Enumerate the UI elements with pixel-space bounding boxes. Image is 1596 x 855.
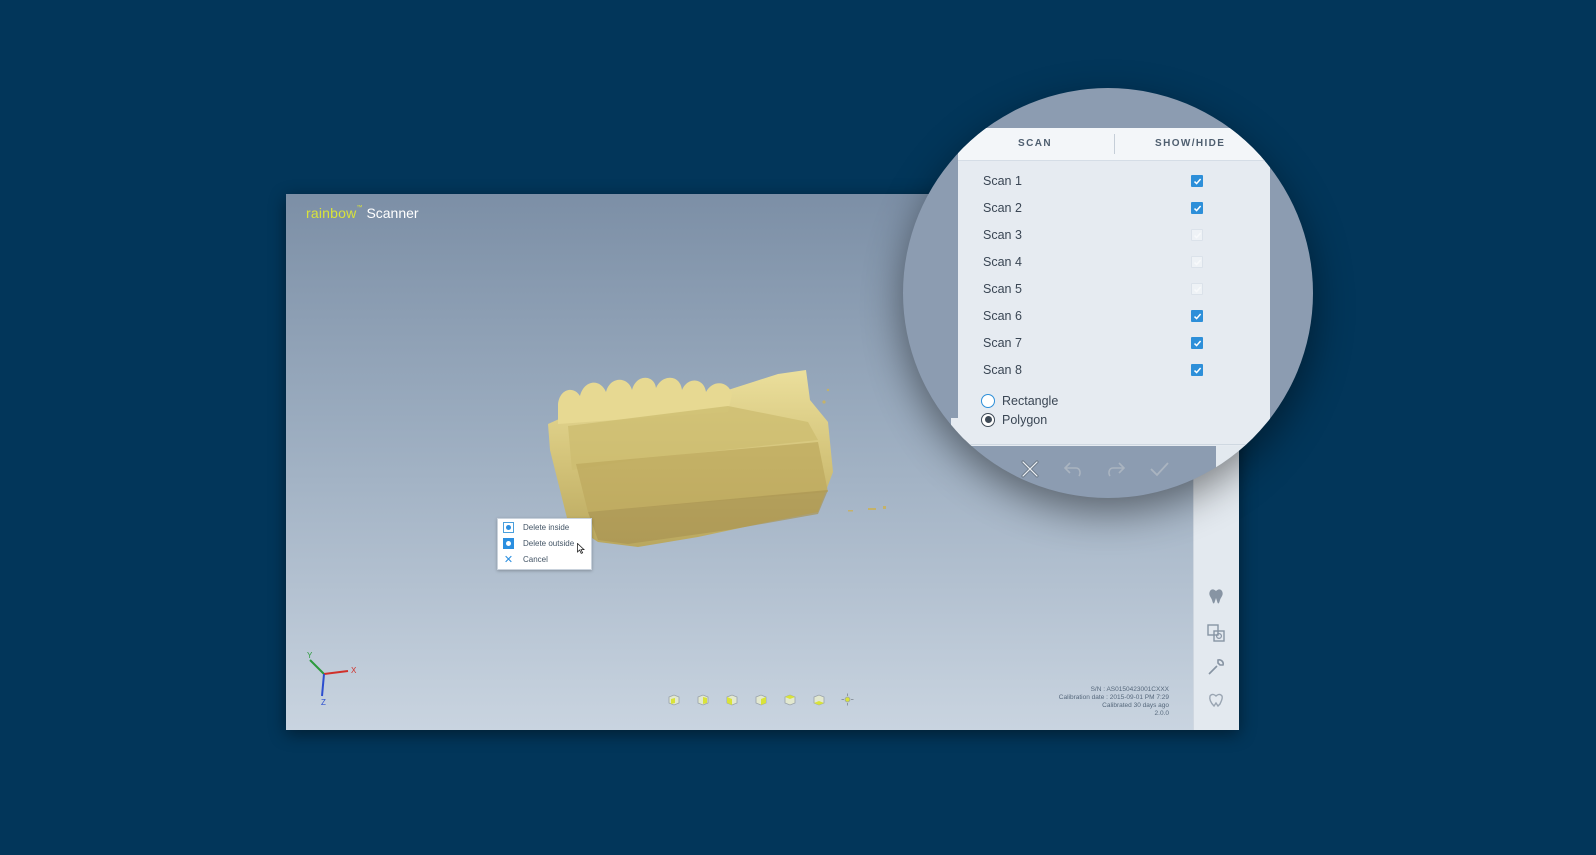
cube-top-icon[interactable] [782, 693, 797, 706]
calibrated-ago: Calibrated 30 days ago [1102, 702, 1169, 709]
scan-row-label: Scan 1 [983, 174, 1022, 188]
scan-panel-header: SCAN SHOW/HIDE [958, 128, 1270, 161]
show-hide-checkbox[interactable] [1191, 202, 1203, 214]
col-scan-header: SCAN [1018, 138, 1052, 149]
scan-visibility-panel: SCAN SHOW/HIDE Scan 1 Scan 2 Scan 3 Scan 4 S… [958, 128, 1270, 446]
header-divider [1114, 134, 1115, 154]
view-buttons [666, 693, 855, 706]
selection-context-menu: Delete inside Delete outside ✕ Cancel [497, 518, 592, 570]
cube-bottom-icon[interactable] [811, 693, 826, 706]
radio-button[interactable] [981, 393, 995, 408]
cube-front-icon[interactable] [666, 693, 681, 706]
close-icon[interactable] [1018, 457, 1042, 481]
show-hide-checkbox[interactable] [1191, 337, 1203, 349]
radio-dot-icon [503, 521, 514, 533]
show-hide-checkbox[interactable] [1191, 364, 1203, 376]
close-icon: ✕ [503, 553, 514, 566]
scan-row-label: Scan 3 [983, 228, 1022, 242]
show-hide-checkbox[interactable] [1191, 256, 1203, 268]
wrench-icon[interactable] [1203, 654, 1229, 680]
radio-button[interactable] [981, 412, 995, 427]
axis-gizmo: Y X Z [307, 651, 357, 707]
axis-y-label: Y [307, 651, 313, 660]
cube-right-icon[interactable] [753, 693, 768, 706]
serial-number: S/N : AS0150423001CXXX [1090, 686, 1169, 693]
axis-x-label: X [351, 666, 357, 675]
show-hide-checkbox[interactable] [1191, 175, 1203, 187]
app-logo: rainbow™ Scanner [306, 205, 419, 221]
radio-filled-icon [503, 537, 514, 549]
mouse-cursor-icon [577, 543, 585, 554]
menu-item-label: Delete inside [523, 522, 570, 532]
brand-name: rainbow [306, 205, 357, 221]
fit-view-icon[interactable] [840, 693, 855, 706]
cube-left-icon[interactable] [724, 693, 739, 706]
scan-row-label: Scan 2 [983, 201, 1022, 215]
scan-row-label: Scan 4 [983, 255, 1022, 269]
scan-row-label: Scan 6 [983, 309, 1022, 323]
panel-footer-divider [958, 444, 1270, 445]
check-icon[interactable] [1147, 457, 1171, 481]
menu-item-label: Cancel [523, 554, 548, 564]
menu-item-label: Delete outside [523, 538, 575, 548]
col-show-hide-header: SHOW/HIDE [1155, 138, 1226, 149]
show-hide-checkbox[interactable] [1191, 283, 1203, 295]
show-hide-checkbox[interactable] [1191, 310, 1203, 322]
redo-icon[interactable] [1104, 457, 1128, 481]
software-version: 2.0.0 [1154, 710, 1169, 717]
product-name: Scanner [366, 205, 419, 221]
layers-icon[interactable] [1203, 620, 1229, 646]
scan-row-label: Scan 7 [983, 336, 1022, 350]
scan-row-label: Scan 5 [983, 282, 1022, 296]
calibration-date: Calibration date : 2015-09-01 PM 7:29 [1058, 694, 1169, 701]
show-hide-checkbox[interactable] [1191, 229, 1203, 241]
scan-row-label: Scan 8 [983, 363, 1022, 377]
delete-inside-item[interactable]: Delete inside [498, 519, 591, 535]
rectangle-option[interactable]: Rectangle [981, 391, 1058, 410]
cube-back-icon[interactable] [695, 693, 710, 706]
scan-panel-magnifier: SCAN SHOW/HIDE Scan 1 Scan 2 Scan 3 Scan 4 S… [903, 88, 1313, 498]
trademark-mark: ™ [356, 205, 363, 211]
polygon-option[interactable]: Polygon [981, 410, 1047, 429]
tooth-icon[interactable] [1203, 584, 1229, 610]
radio-label: Polygon [1002, 412, 1048, 427]
radio-label: Rectangle [1002, 393, 1059, 408]
tooth-settings-icon[interactable] [1203, 688, 1229, 714]
axis-z-label: Z [321, 698, 326, 707]
device-status: S/N : AS0150423001CXXX Calibration date … [1059, 686, 1169, 718]
undo-icon[interactable] [1061, 457, 1085, 481]
edit-tools [903, 448, 1313, 488]
